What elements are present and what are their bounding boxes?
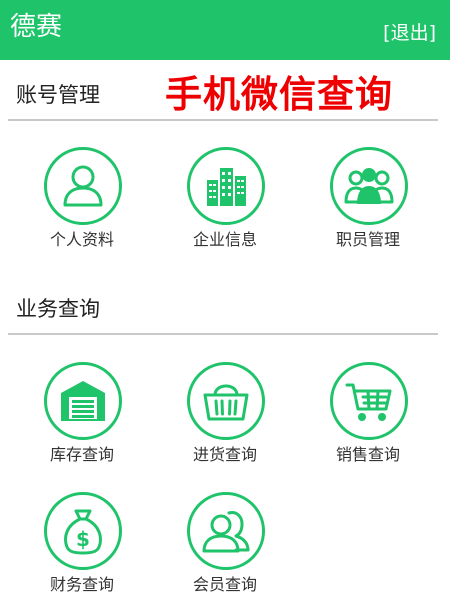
tile-staff-management[interactable]: 职员管理 bbox=[308, 147, 428, 267]
section-title-business: 业务查询 bbox=[16, 297, 100, 321]
tile-purchase-query[interactable]: 进货查询 bbox=[165, 362, 285, 482]
tile-personal-info[interactable]: 个人资料 bbox=[22, 147, 142, 267]
tile-label: 库存查询 bbox=[49, 445, 114, 464]
tile-company-info[interactable]: 企业信息 bbox=[165, 147, 285, 267]
tile-finance-query[interactable]: $ 财务查询 bbox=[22, 492, 142, 612]
tile-member-query[interactable]: 会员查询 bbox=[165, 492, 285, 612]
tile-label: 职员管理 bbox=[335, 230, 400, 249]
tile-label: 企业信息 bbox=[192, 230, 257, 249]
banner-text: 手机微信查询 bbox=[165, 72, 393, 116]
buildings-icon bbox=[187, 147, 265, 225]
tile-label: 会员查询 bbox=[192, 575, 257, 594]
divider bbox=[8, 333, 438, 335]
section-title-account: 账号管理 bbox=[16, 83, 100, 107]
staff-group-icon bbox=[330, 147, 408, 225]
basket-icon bbox=[187, 362, 265, 440]
app-title: 德赛 bbox=[10, 12, 63, 42]
tile-inventory-query[interactable]: 库存查询 bbox=[22, 362, 142, 482]
shopping-cart-icon bbox=[330, 362, 408, 440]
tile-label: 个人资料 bbox=[49, 230, 114, 249]
money-bag-icon: $ bbox=[44, 492, 122, 570]
tile-label: 销售查询 bbox=[335, 445, 400, 464]
warehouse-icon bbox=[44, 362, 122, 440]
member-icon bbox=[187, 492, 265, 570]
tile-sales-query[interactable]: 销售查询 bbox=[308, 362, 428, 482]
tile-label: 财务查询 bbox=[49, 575, 114, 594]
svg-text:$: $ bbox=[76, 527, 90, 551]
tile-label: 进货查询 bbox=[192, 445, 257, 464]
user-icon bbox=[44, 147, 122, 225]
logout-button[interactable]: [退出] bbox=[383, 19, 436, 47]
app-header: 德赛 [退出] bbox=[0, 0, 450, 60]
divider bbox=[8, 119, 438, 121]
